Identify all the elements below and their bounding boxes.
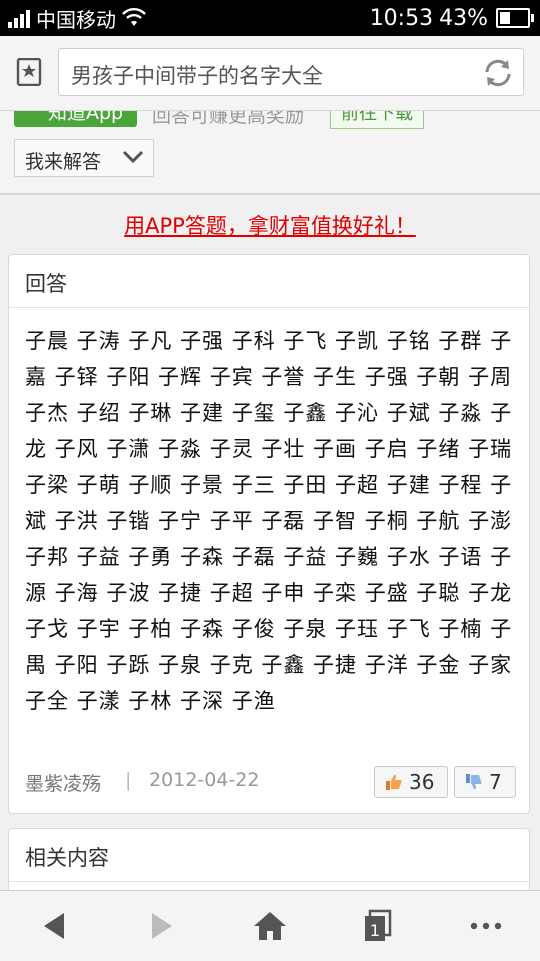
back-icon[interactable] <box>34 909 74 943</box>
status-bar: 中国移动 10:53 43% <box>0 0 540 36</box>
promo-link[interactable]: 用APP答题，拿财富值换好礼！ <box>124 214 416 238</box>
promo-banner: 用APP答题，拿财富值换好礼！ <box>0 210 540 240</box>
answer-card-title: 回答 <box>25 272 67 296</box>
status-left: 中国移动 <box>8 0 146 36</box>
svg-text:1: 1 <box>370 921 380 940</box>
home-icon[interactable] <box>250 909 290 943</box>
address-bar: 男孩子中间带子的名字大全 <box>0 36 540 111</box>
upvote-button[interactable]: 36 <box>374 766 448 798</box>
clock: 10:53 <box>369 5 434 31</box>
download-button[interactable]: 前往下载 <box>330 111 424 129</box>
battery-icon <box>496 8 534 28</box>
battery-percent: 43% <box>439 5 488 31</box>
related-card-header: 相关内容 <box>9 829 529 882</box>
answer-date: 2012-04-22 <box>149 769 260 791</box>
chevron-down-icon <box>122 150 144 164</box>
app-tip: 回答可赚更高奖励 <box>152 111 305 127</box>
more-menu-icon[interactable] <box>466 909 506 943</box>
tabs-icon[interactable]: 1 <box>358 909 398 943</box>
wifi-icon <box>122 8 146 26</box>
url-text: 男孩子中间带子的名字大全 <box>71 64 323 88</box>
answer-content: 子晨 子涛 子凡 子强 子科 子飞 子凯 子铭 子群 子嘉 子铎 子阳 子辉 子… <box>25 329 513 713</box>
answer-card: 回答 子晨 子涛 子凡 子强 子科 子飞 子凯 子铭 子群 子嘉 子铎 子阳 子… <box>8 254 530 814</box>
upvote-count: 36 <box>409 770 435 794</box>
forward-icon[interactable] <box>142 909 182 943</box>
thumbs-down-icon <box>466 774 482 790</box>
download-button-label: 前往下载 <box>341 111 413 124</box>
question-actions: 知道App 回答可赚更高奖励 前往下载 我来解答 <box>0 111 540 195</box>
carrier-label: 中国移动 <box>36 7 116 32</box>
bottom-toolbar: 1 <box>0 890 540 961</box>
downvote-button[interactable]: 7 <box>454 766 516 798</box>
status-right: 10:53 43% <box>369 0 534 36</box>
answer-author[interactable]: 墨紫凌殇 <box>25 769 101 796</box>
app-button-label: 知道App <box>48 111 124 124</box>
answer-button[interactable]: 我来解答 <box>14 139 154 177</box>
answer-button-label: 我来解答 <box>25 151 102 173</box>
thumbs-up-icon <box>386 774 402 790</box>
url-field[interactable]: 男孩子中间带子的名字大全 <box>58 48 524 96</box>
answer-card-header: 回答 <box>9 255 529 308</box>
refresh-icon[interactable] <box>481 56 515 90</box>
footer-separator: | <box>125 769 132 791</box>
bookmark-icon[interactable] <box>16 58 42 86</box>
signal-icon <box>8 8 30 28</box>
app-button[interactable]: 知道App <box>14 111 138 127</box>
downvote-count: 7 <box>489 770 502 794</box>
related-card-title: 相关内容 <box>25 846 109 870</box>
